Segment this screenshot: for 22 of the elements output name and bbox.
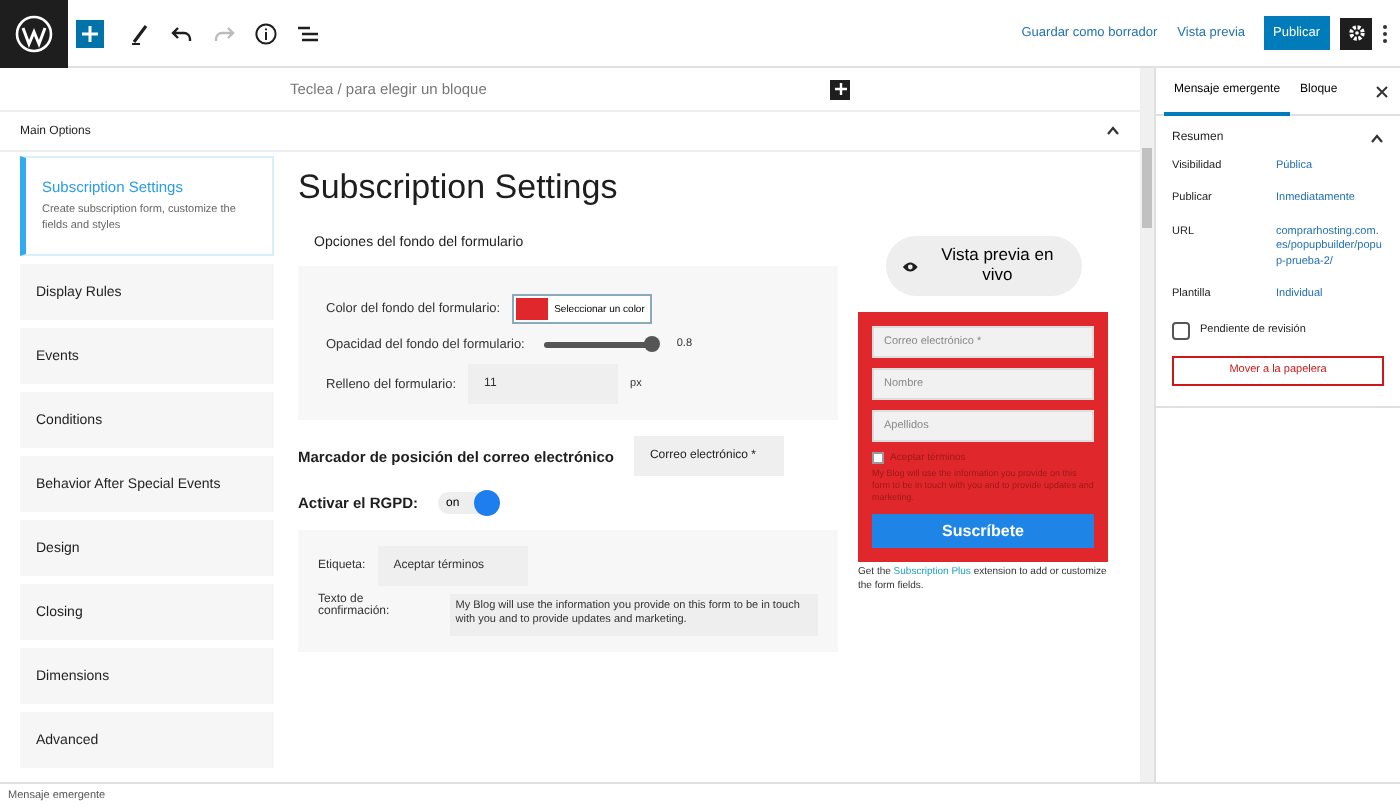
slider-thumb[interactable] [643, 336, 660, 352]
pencil-icon[interactable] [128, 21, 152, 45]
settings-button[interactable] [1340, 17, 1372, 49]
scrollbar[interactable] [1140, 68, 1154, 782]
eye-icon [901, 259, 918, 273]
gear-icon [1347, 24, 1365, 42]
logo-icon[interactable] [0, 0, 68, 67]
section-heading: Subscription Settings [298, 168, 620, 208]
checkbox[interactable] [1172, 321, 1190, 340]
subscribe-button[interactable]: Suscríbete [872, 514, 1094, 549]
add-block-icon[interactable] [830, 79, 850, 99]
live-preview-button[interactable]: Vista previa en vivo [885, 236, 1081, 296]
undo-icon[interactable] [170, 21, 194, 45]
plus-icon [80, 23, 100, 43]
checkbox[interactable] [872, 452, 884, 464]
close-icon[interactable] [1376, 85, 1388, 97]
more-options-icon[interactable] [1382, 23, 1388, 43]
list-view-icon[interactable] [296, 21, 320, 45]
add-block-button[interactable] [76, 19, 104, 47]
caret-icon[interactable] [1106, 126, 1120, 136]
info-icon[interactable] [254, 21, 278, 45]
caret-icon[interactable] [1370, 133, 1384, 143]
